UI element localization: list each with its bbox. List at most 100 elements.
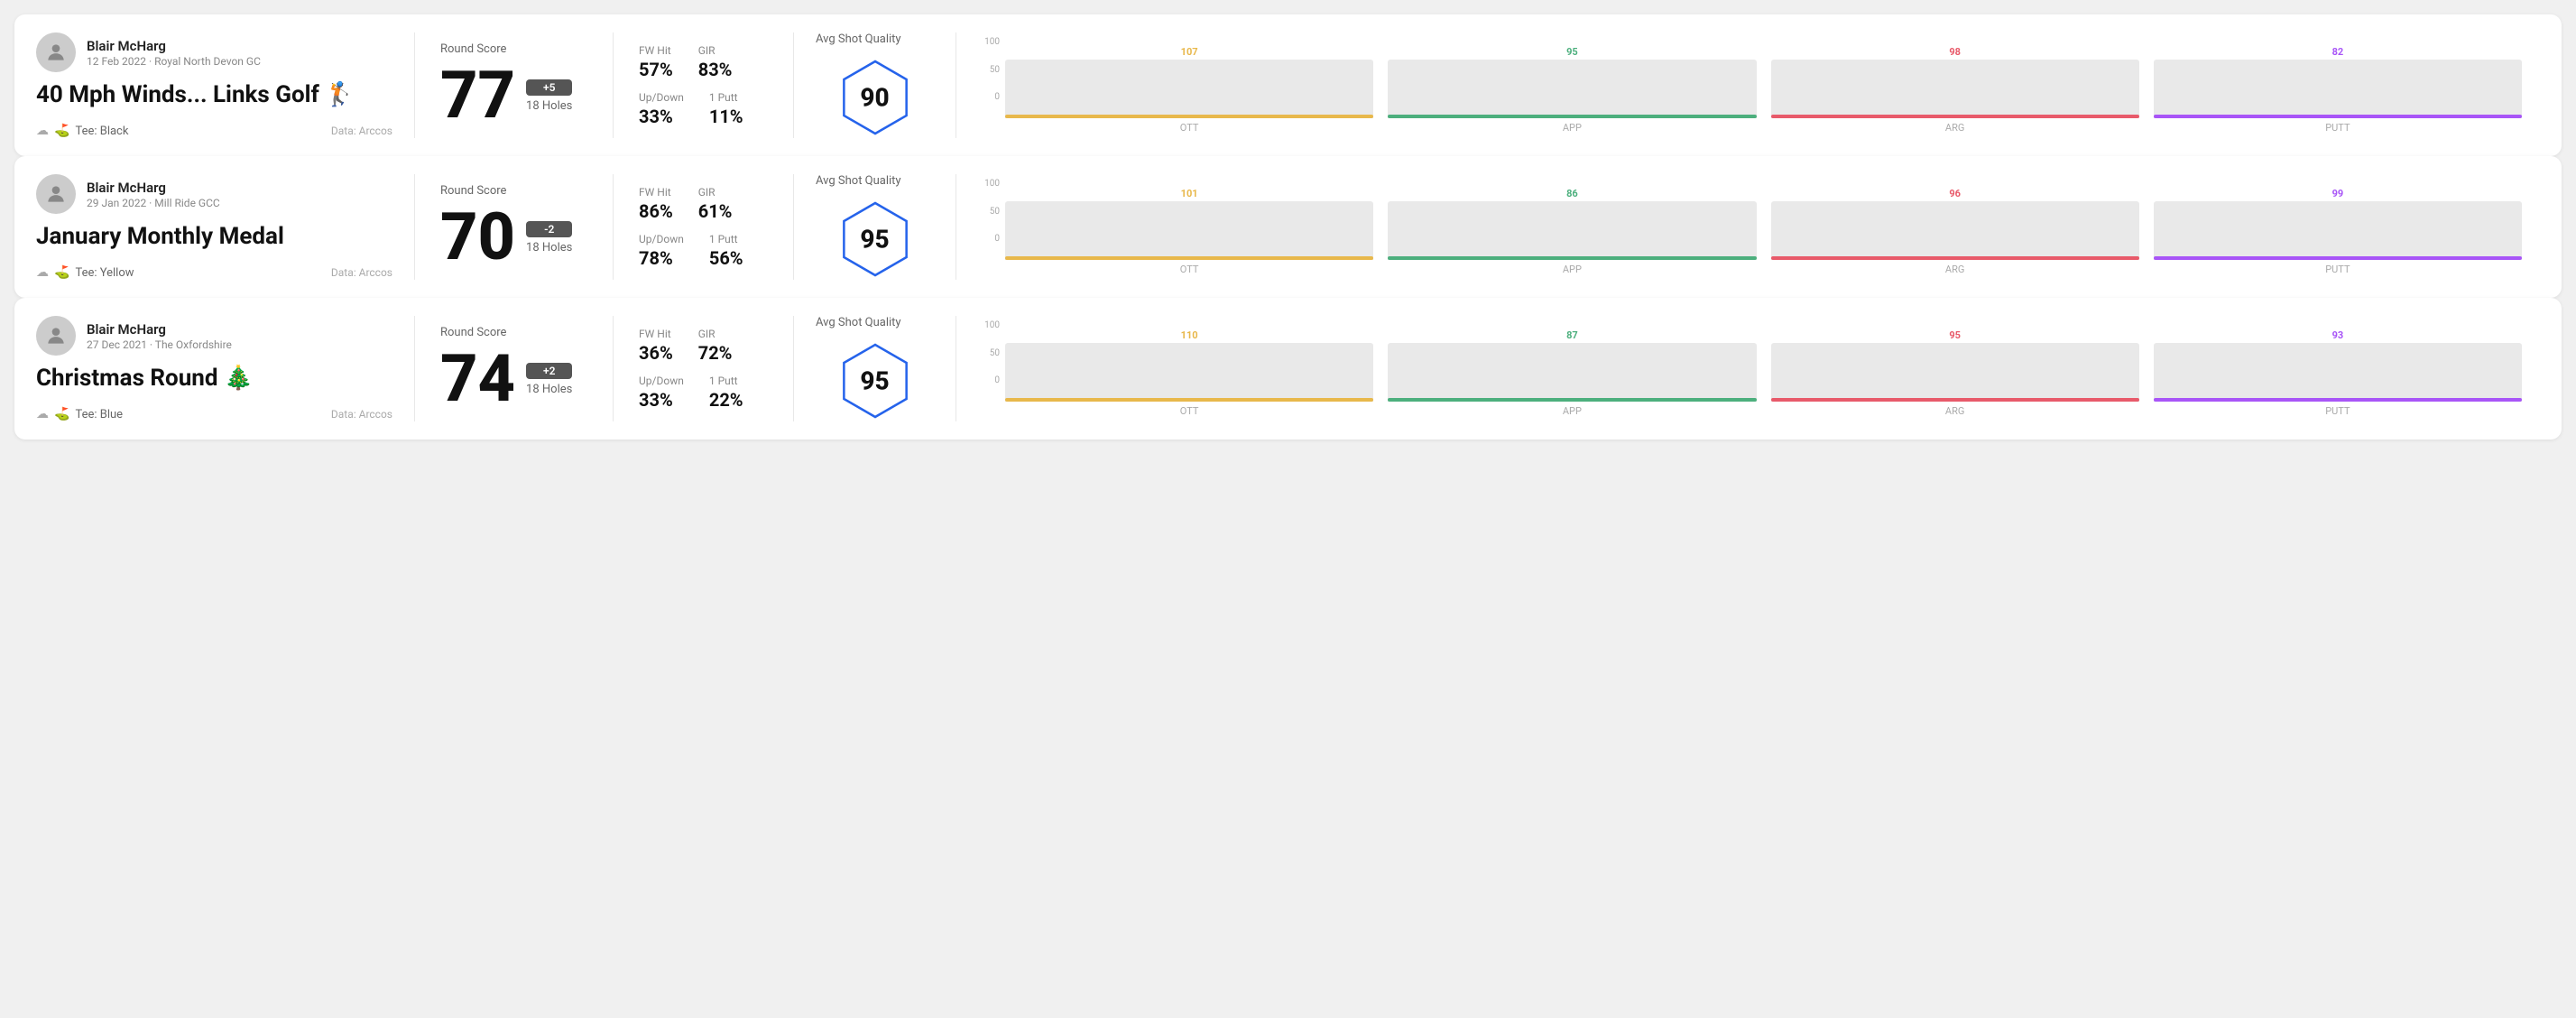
chart-column-putt: 99 — [2154, 188, 2522, 260]
round-card-3: Blair McHarg 27 Dec 2021 · The Oxfordshi… — [14, 298, 2562, 440]
stat-oneputt-label-1: 1 Putt — [709, 91, 743, 104]
stat-fw-hit-label-1: FW Hit — [639, 44, 673, 57]
stat-oneputt-1: 1 Putt 11% — [709, 91, 743, 127]
round-score-label-1: Round Score — [440, 42, 587, 56]
stat-fw-hit-value-2: 86% — [639, 200, 673, 222]
user-name-2: Blair McHarg — [87, 180, 220, 196]
stat-updown-value-3: 33% — [639, 389, 684, 411]
data-source-3: Data: Arccos — [331, 408, 392, 421]
user-name-3: Blair McHarg — [87, 321, 232, 338]
score-row-2: 70 -2 18 Holes — [440, 205, 587, 270]
chart-bars-area-1: 100 50 0 107 95 98 — [978, 37, 2522, 118]
quality-label-2: Avg Shot Quality — [816, 174, 901, 188]
user-header-2: Blair McHarg 29 Jan 2022 · Mill Ride GCC — [36, 174, 392, 214]
y-label-50-2: 50 — [990, 207, 1000, 217]
x-label-ott: OTT — [1005, 122, 1373, 134]
chart-value-app: 87 — [1566, 329, 1578, 341]
round-title-3: Christmas Round 🎄 — [36, 365, 392, 393]
data-source-1: Data: Arccos — [331, 125, 392, 137]
data-source-2: Data: Arccos — [331, 266, 392, 279]
stat-oneputt-2: 1 Putt 56% — [709, 233, 743, 269]
hexagon-1: 90 — [835, 57, 916, 138]
bars-row-3: 110 87 95 93 — [1005, 320, 2522, 402]
card-middle-2: Round Score 70 -2 18 Holes — [415, 174, 614, 280]
stat-gir-2: GIR 61% — [698, 186, 733, 222]
chart-outer-1: 100 50 0 107 95 98 — [978, 37, 2522, 134]
round-score-label-3: Round Score — [440, 326, 587, 339]
card-chart-2: 100 50 0 101 86 96 — [956, 174, 2540, 280]
stat-gir-value-1: 83% — [698, 59, 733, 80]
chart-value-arg: 98 — [1949, 46, 1961, 58]
bar-visual-arg — [1771, 60, 2139, 118]
card-stats-1: FW Hit 57% GIR 83% Up/Down 33% 1 Putt — [614, 32, 794, 138]
user-header-3: Blair McHarg 27 Dec 2021 · The Oxfordshi… — [36, 316, 392, 356]
x-label-putt: PUTT — [2154, 264, 2522, 275]
score-details-2: -2 18 Holes — [526, 221, 572, 255]
stat-gir-label-3: GIR — [698, 328, 733, 340]
round-score-label-2: Round Score — [440, 184, 587, 198]
weather-icon-3: ☁ — [36, 407, 49, 421]
chart-column-app: 87 — [1388, 329, 1756, 402]
bar-visual-ott — [1005, 343, 1373, 402]
bar-visual-arg — [1771, 343, 2139, 402]
user-header-1: Blair McHarg 12 Feb 2022 · Royal North D… — [36, 32, 392, 72]
bar-marker-arg — [1771, 115, 2139, 118]
user-info-3: Blair McHarg 27 Dec 2021 · The Oxfordshi… — [87, 321, 232, 351]
bar-marker-app — [1388, 115, 1756, 118]
chart-column-ott: 107 — [1005, 46, 1373, 118]
stat-fw-hit-3: FW Hit 36% — [639, 328, 673, 364]
card-footer-3: ☁ ⛳ Tee: Blue Data: Arccos — [36, 407, 392, 421]
stat-fw-hit-1: FW Hit 57% — [639, 44, 673, 80]
user-name-1: Blair McHarg — [87, 38, 261, 54]
bar-visual-putt — [2154, 60, 2522, 118]
quality-label-3: Avg Shot Quality — [816, 316, 901, 329]
bar-marker-ott — [1005, 398, 1373, 402]
card-chart-1: 100 50 0 107 95 98 — [956, 32, 2540, 138]
stat-oneputt-label-3: 1 Putt — [709, 375, 743, 387]
weather-icon-2: ☁ — [36, 265, 49, 280]
card-footer-1: ☁ ⛳ Tee: Black Data: Arccos — [36, 124, 392, 138]
y-label-50-1: 50 — [990, 65, 1000, 75]
score-badge-3: +2 — [526, 363, 572, 379]
tee-label-2: Tee: Yellow — [75, 266, 134, 280]
tee-info-1: ☁ ⛳ Tee: Black — [36, 124, 128, 138]
tee-info-2: ☁ ⛳ Tee: Yellow — [36, 265, 134, 280]
stat-fw-hit-label-2: FW Hit — [639, 186, 673, 199]
user-info-1: Blair McHarg 12 Feb 2022 · Royal North D… — [87, 38, 261, 68]
chart-value-ott: 101 — [1181, 188, 1198, 199]
y-label-100-2: 100 — [984, 179, 1000, 189]
chart-column-app: 95 — [1388, 46, 1756, 118]
stat-updown-value-2: 78% — [639, 247, 684, 269]
hexagon-score-3: 95 — [860, 366, 889, 396]
chart-column-ott: 110 — [1005, 329, 1373, 402]
bar-visual-app — [1388, 343, 1756, 402]
y-label-100-3: 100 — [984, 320, 1000, 330]
chart-column-arg: 98 — [1771, 46, 2139, 118]
stat-gir-value-3: 72% — [698, 342, 733, 364]
stat-updown-2: Up/Down 78% — [639, 233, 684, 269]
score-badge-1: +5 — [526, 79, 572, 96]
card-stats-3: FW Hit 36% GIR 72% Up/Down 33% 1 Putt — [614, 316, 794, 421]
stat-fw-hit-value-3: 36% — [639, 342, 673, 364]
chart-column-putt: 93 — [2154, 329, 2522, 402]
chart-value-app: 95 — [1566, 46, 1578, 58]
score-number-2: 70 — [440, 205, 515, 270]
score-row-1: 77 +5 18 Holes — [440, 63, 587, 128]
user-date-course-1: 12 Feb 2022 · Royal North Devon GC — [87, 55, 261, 68]
user-date-course-3: 27 Dec 2021 · The Oxfordshire — [87, 338, 232, 351]
x-label-ott: OTT — [1005, 405, 1373, 417]
x-label-app: APP — [1388, 122, 1756, 134]
chart-value-putt: 99 — [2332, 188, 2344, 199]
stat-updown-3: Up/Down 33% — [639, 375, 684, 411]
bar-marker-putt — [2154, 115, 2522, 118]
stat-fw-hit-label-3: FW Hit — [639, 328, 673, 340]
card-left-3: Blair McHarg 27 Dec 2021 · The Oxfordshi… — [36, 316, 415, 421]
round-card-2: Blair McHarg 29 Jan 2022 · Mill Ride GCC… — [14, 156, 2562, 298]
chart-value-ott: 107 — [1181, 46, 1198, 58]
bar-marker-arg — [1771, 398, 2139, 402]
bar-visual-putt — [2154, 201, 2522, 260]
y-axis-1: 100 50 0 — [978, 37, 1003, 102]
card-stats-2: FW Hit 86% GIR 61% Up/Down 78% 1 Putt — [614, 174, 794, 280]
chart-bars-area-3: 100 50 0 110 87 95 — [978, 320, 2522, 402]
holes-label-1: 18 Holes — [526, 99, 572, 113]
